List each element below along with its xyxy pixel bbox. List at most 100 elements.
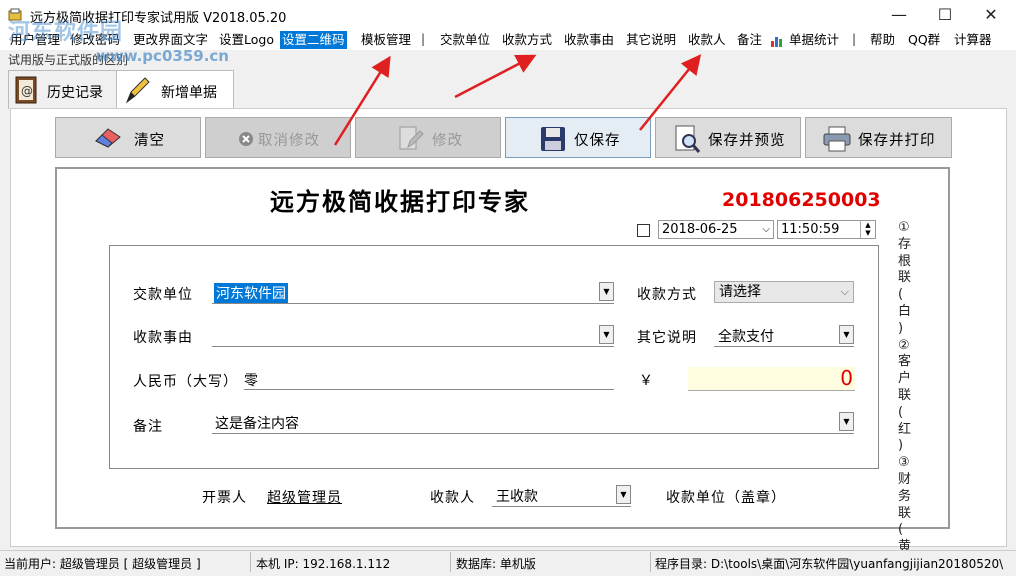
tab-history-label: 历史记录	[47, 85, 103, 101]
edit-button[interactable]: 修改	[355, 117, 501, 158]
menu-calculator[interactable]: 计算器	[952, 31, 994, 49]
copy-type-char: 务	[898, 488, 912, 504]
other-combo[interactable]: 全款支付 ▼	[714, 324, 854, 347]
drawer-value: 超级管理员	[267, 490, 342, 506]
menu-payer[interactable]: 交款单位	[438, 31, 492, 49]
copy-type-char: 存	[898, 236, 912, 252]
title-bar: 远方极简收据打印专家试用版 V2018.05.20 — ☐ ✕	[0, 0, 1016, 30]
menu-payment-method[interactable]: 收款方式	[500, 31, 554, 49]
save-only-label: 仅保存	[574, 133, 621, 149]
method-select[interactable]: 请选择 ⌵	[714, 281, 854, 303]
receipt-title: 远方极简收据打印专家	[270, 187, 530, 216]
spin-down-icon[interactable]: ▼	[861, 229, 875, 237]
time-picker[interactable]: 11:50:59 ▲ ▼	[777, 220, 876, 239]
copy-type-char: ①	[898, 220, 910, 235]
payee-value: 王收款	[496, 489, 538, 505]
menu-remark[interactable]: 备注	[735, 31, 764, 49]
other-value: 全款支付	[718, 329, 774, 345]
drawer-label: 开票人	[202, 490, 247, 506]
amount-field[interactable]: 0	[688, 366, 855, 391]
clear-label: 清空	[134, 133, 165, 149]
edit-document-icon	[399, 126, 424, 150]
copy-type-char: 联	[898, 387, 912, 403]
yen-symbol: ￥	[639, 373, 653, 389]
cancel-edit-label: 取消修改	[258, 133, 320, 149]
floppy-disk-icon	[541, 127, 565, 151]
status-db: 数据库: 单机版	[456, 557, 536, 571]
dropdown-arrow-icon[interactable]: ▼	[839, 325, 854, 344]
method-label: 收款方式	[637, 287, 697, 303]
menu-template-manage[interactable]: 模板管理	[359, 31, 413, 49]
address-book-icon: @	[15, 76, 37, 104]
cancel-edit-button[interactable]: 取消修改	[205, 117, 351, 158]
save-preview-label: 保存并预览	[708, 133, 786, 149]
minimize-button[interactable]: —	[876, 0, 922, 30]
note-label: 备注	[133, 419, 163, 435]
copy-type-char: 联	[898, 505, 912, 521]
copy-type-char: (	[898, 287, 904, 303]
status-user: 当前用户: 超级管理员 [ 超级管理员 ]	[4, 557, 201, 571]
dropdown-arrow-icon[interactable]: ▼	[599, 282, 614, 301]
menu-qq-group[interactable]: QQ群	[906, 31, 942, 49]
date-value: 2018-06-25	[662, 222, 738, 237]
dropdown-arrow-icon[interactable]: ▼	[599, 325, 614, 344]
dropdown-arrow-icon[interactable]: ▼	[616, 485, 631, 504]
copy-type-char: 客	[898, 354, 912, 370]
copy-type-char: 红	[898, 421, 912, 437]
payer-combo[interactable]: 河东软件园 ▼	[212, 281, 614, 304]
copy-type-char: 白	[898, 303, 912, 319]
menu-statistics[interactable]: 单据统计	[787, 31, 841, 49]
maximize-button[interactable]: ☐	[922, 0, 968, 30]
menu-payee[interactable]: 收款人	[686, 31, 728, 49]
date-checkbox[interactable]	[637, 224, 650, 237]
time-value: 11:50:59	[781, 222, 840, 237]
watermark-url: www.pc0359.cn	[96, 47, 229, 65]
copy-type-char: )	[898, 438, 904, 454]
menu-separator: |	[421, 32, 426, 46]
copy-type-char: 财	[898, 471, 912, 487]
clear-button[interactable]: 清空	[55, 117, 201, 158]
cancel-icon	[239, 132, 253, 146]
tab-new-receipt[interactable]: 新增单据	[116, 70, 234, 110]
receipt-fields-box	[109, 245, 879, 469]
close-button[interactable]: ✕	[968, 0, 1014, 30]
date-picker[interactable]: 2018-06-25 ⌵	[658, 220, 774, 239]
preview-icon	[675, 125, 701, 153]
eraser-icon	[95, 128, 121, 148]
copy-type-char: )	[898, 320, 904, 336]
other-label: 其它说明	[637, 330, 697, 346]
rmb-label: 人民币（大写）	[133, 374, 238, 390]
watermark-text: 河东软件园	[8, 20, 124, 45]
status-divider	[250, 552, 251, 572]
save-print-label: 保存并打印	[858, 133, 936, 149]
payer-value: 河东软件园	[214, 283, 288, 303]
copy-type-char: 户	[898, 371, 912, 387]
arrow-to-method	[454, 54, 537, 99]
edit-label: 修改	[432, 133, 463, 149]
reason-combo[interactable]: ▼	[212, 324, 614, 347]
copy-type-char: ③	[898, 455, 910, 471]
save-print-button[interactable]: 保存并打印	[805, 117, 952, 158]
menu-other-notes[interactable]: 其它说明	[624, 31, 678, 49]
receipt-number: 201806250003	[722, 189, 881, 211]
menu-help[interactable]: 帮助	[868, 31, 897, 49]
reason-label: 收款事由	[133, 330, 193, 346]
tab-new-label: 新增单据	[161, 85, 217, 101]
menu-payment-reason[interactable]: 收款事由	[562, 31, 616, 49]
copy-type-char: (	[898, 522, 904, 538]
tab-history[interactable]: @ 历史记录	[8, 70, 118, 109]
save-preview-button[interactable]: 保存并预览	[655, 117, 801, 158]
dropdown-arrow-icon[interactable]: ▼	[839, 412, 854, 431]
save-only-button[interactable]: 仅保存	[505, 117, 651, 158]
method-value: 请选择	[719, 284, 761, 300]
bar-chart-icon	[771, 37, 782, 47]
payee-combo[interactable]: 王收款 ▼	[492, 484, 631, 507]
chevron-down-icon: ⌵	[762, 224, 770, 235]
status-divider	[650, 552, 651, 572]
payee-label: 收款人	[430, 490, 475, 506]
note-combo[interactable]: 这是备注内容 ▼	[212, 411, 854, 434]
spin-up-icon[interactable]: ▲	[861, 221, 875, 229]
menu-set-qrcode[interactable]: 设置二维码	[280, 31, 347, 49]
svg-text:@: @	[21, 84, 33, 98]
chevron-down-icon: ⌵	[840, 285, 849, 298]
